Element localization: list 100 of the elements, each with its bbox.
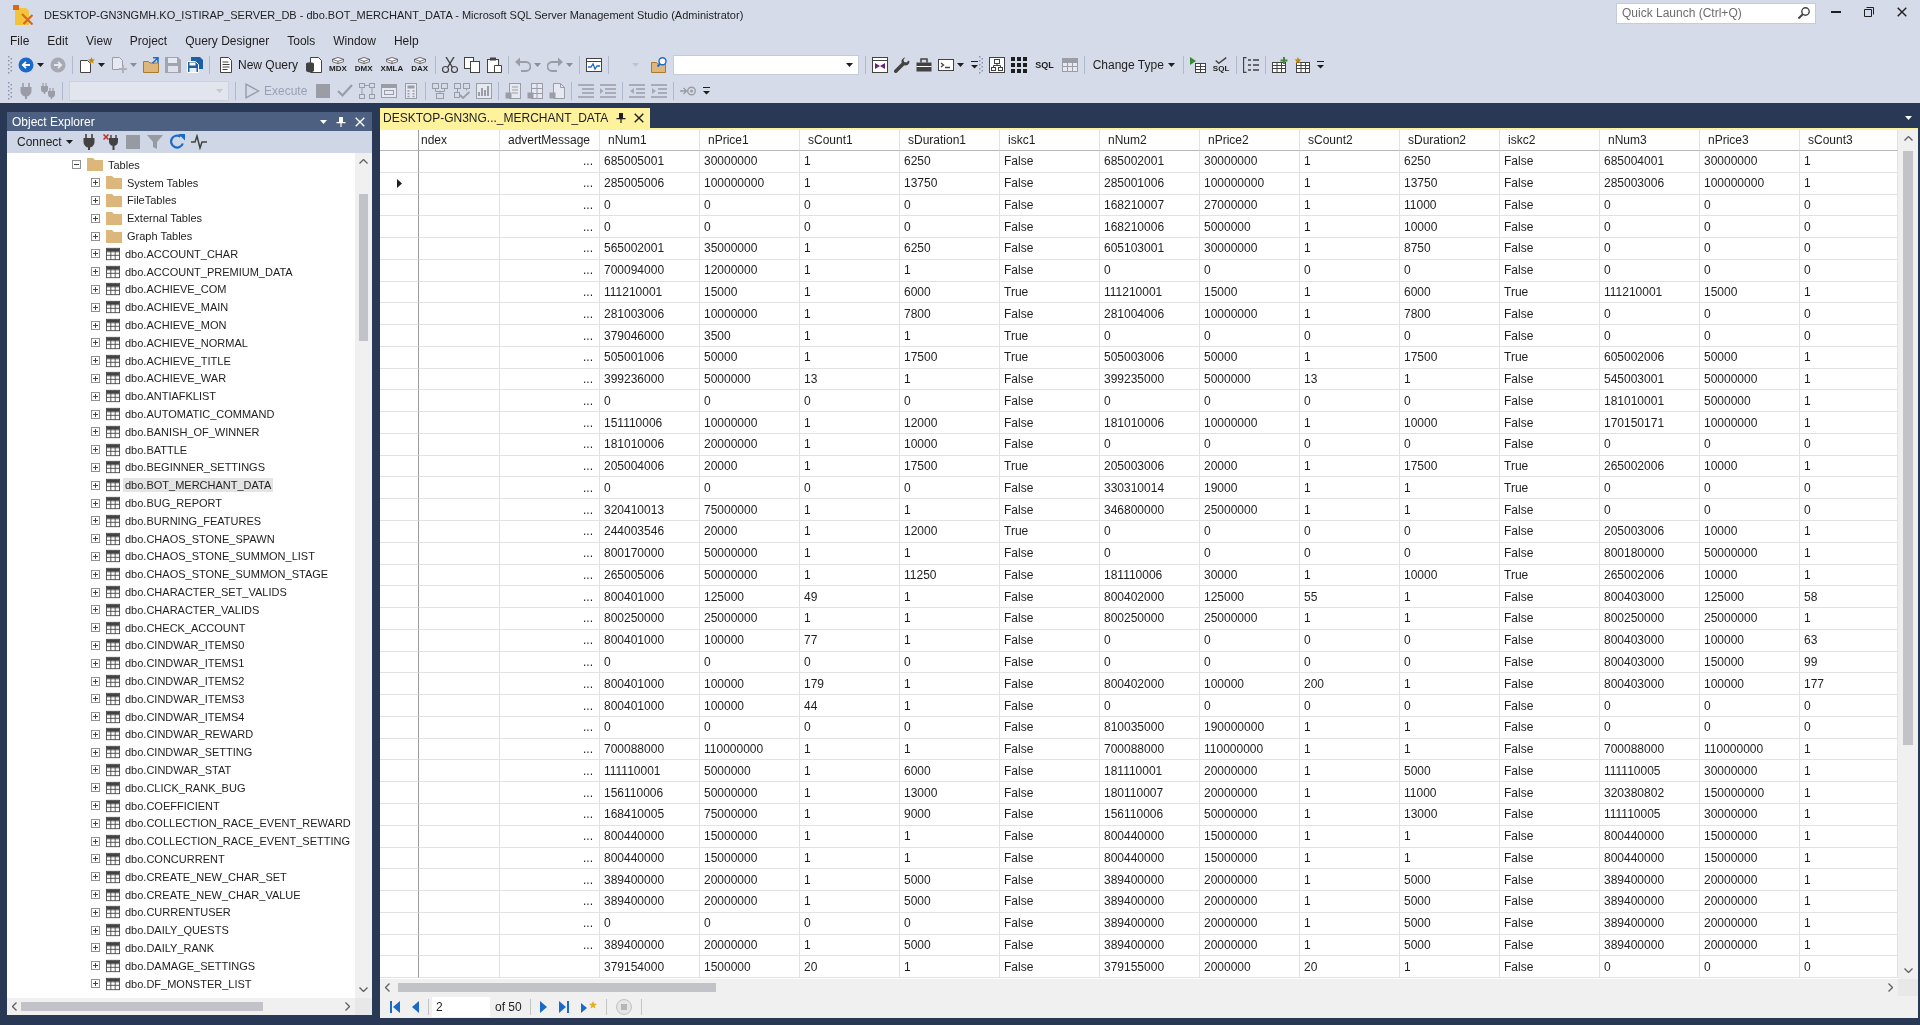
plus-box-icon[interactable] (91, 373, 100, 383)
verify-sql-button[interactable]: SQL (1211, 54, 1231, 76)
page-field[interactable]: 2 (432, 997, 490, 1017)
plug-cross-icon[interactable] (102, 134, 119, 150)
tree-item[interactable]: dbo.COLLECTION_RACE_EVENT_REWARD (123, 816, 353, 831)
chevron-down-icon[interactable] (1903, 968, 1913, 973)
folder-arrow-icon[interactable] (143, 57, 159, 73)
clipboard-icon[interactable] (486, 57, 503, 73)
pulse-icon[interactable] (190, 134, 207, 150)
tree-item[interactable]: dbo.CHAOS_STONE_SUMMON_LIST (123, 549, 317, 564)
skip-start-icon[interactable] (390, 1001, 400, 1013)
tree-item[interactable]: FileTables (125, 193, 179, 208)
column-header[interactable]: iskc1 (1000, 130, 1100, 151)
plus-box-icon[interactable] (91, 302, 100, 312)
plus-box-icon[interactable] (91, 427, 100, 437)
grid-icon[interactable] (1011, 57, 1028, 73)
scroll-thumb[interactable] (1903, 151, 1913, 745)
caret-icon[interactable] (37, 63, 44, 67)
tree-item[interactable]: dbo.ACHIEVE_COM (123, 282, 229, 297)
tree-item[interactable]: dbo.CREATE_NEW_CHAR_VALUE (123, 887, 303, 902)
menu-item[interactable]: Query Designer (176, 31, 279, 51)
plus-box-icon[interactable] (91, 818, 100, 828)
tree-item[interactable]: dbo.CINDWAR_ITEMS0 (123, 638, 247, 653)
chevron-right-icon[interactable] (1888, 983, 1893, 992)
column-header[interactable]: sDuration1 (900, 130, 1000, 151)
plus-box-icon[interactable] (91, 765, 100, 775)
chevron-right-icon[interactable] (345, 1002, 350, 1011)
plus-box-icon[interactable] (91, 747, 100, 757)
tree-item[interactable]: dbo.ANTIAFKLIST (123, 389, 219, 404)
column-header[interactable]: sCount1 (800, 130, 900, 151)
chevron-down-icon[interactable] (359, 987, 368, 992)
find-field[interactable] (673, 55, 860, 75)
minus-box-icon[interactable] (72, 160, 81, 170)
tree-item[interactable]: dbo.CINDWAR_ITEMS4 (123, 709, 247, 724)
plus-box-icon[interactable] (91, 801, 100, 811)
tree-item[interactable]: dbo.CINDWAR_SETTING (123, 745, 255, 760)
overflow-caret-icon[interactable] (1317, 61, 1325, 69)
plus-box-icon[interactable] (91, 783, 100, 793)
tree-item[interactable]: dbo.CINDWAR_ITEMS1 (123, 656, 247, 671)
plus-box-icon[interactable] (91, 925, 100, 935)
plus-box-icon[interactable] (91, 409, 100, 419)
plus-box-icon[interactable] (91, 694, 100, 704)
plus-box-icon[interactable] (91, 196, 100, 205)
plus-box-icon[interactable] (91, 480, 100, 490)
diagram-icon[interactable] (989, 57, 1006, 73)
tree-item[interactable]: dbo.ACHIEVE_NORMAL (123, 335, 250, 350)
chevron-left-icon[interactable] (385, 983, 390, 992)
tree-item[interactable]: dbo.DAILY_RANK (123, 940, 217, 955)
plus-box-icon[interactable] (91, 178, 100, 188)
close-icon[interactable] (634, 113, 645, 123)
triangle-right-icon[interactable] (539, 1001, 547, 1013)
play-table-icon[interactable] (1189, 57, 1206, 73)
tree-item[interactable]: dbo.CINDWAR_ITEMS3 (123, 691, 247, 706)
plus-box-icon[interactable] (91, 213, 100, 223)
column-header[interactable]: nPrice3 (1700, 130, 1800, 151)
column-header[interactable]: nPrice1 (700, 130, 800, 151)
tree-item[interactable]: dbo.BATTLE (123, 442, 190, 457)
column-header[interactable]: nPrice2 (1200, 130, 1300, 151)
plus-box-icon[interactable] (91, 462, 100, 472)
query-type-button[interactable]: DMX (353, 54, 374, 76)
wrench-icon[interactable] (894, 57, 911, 73)
tree-item[interactable]: dbo.ACHIEVE_WAR (123, 371, 229, 386)
query-type-button[interactable]: DAX (410, 54, 430, 76)
menu-item[interactable]: Project (120, 31, 177, 51)
tree-item[interactable]: dbo.ACHIEVE_TITLE (123, 353, 233, 368)
sql-pane-button[interactable]: SQL (1033, 56, 1056, 74)
tree-item[interactable]: dbo.CHECK_ACCOUNT (123, 620, 248, 635)
column-header[interactable]: sDuration2 (1400, 130, 1500, 151)
overflow-caret-icon[interactable] (971, 61, 979, 69)
plus-box-icon[interactable] (91, 445, 100, 455)
chevron-left-icon[interactable] (12, 1002, 17, 1011)
column-header[interactable]: nNum1 (600, 130, 700, 151)
folder-magnifier-icon[interactable] (651, 57, 668, 73)
vertical-scrollbar[interactable] (355, 153, 372, 998)
change-type-button[interactable]: Change Type (1090, 54, 1177, 76)
plus-box-icon[interactable] (91, 872, 100, 882)
plus-box-icon[interactable] (91, 676, 100, 686)
plus-box-icon[interactable] (91, 943, 100, 953)
plus-box-icon[interactable] (91, 516, 100, 526)
plus-box-icon[interactable] (91, 658, 100, 668)
plus-box-icon[interactable] (91, 551, 100, 561)
plus-box-icon[interactable] (91, 231, 100, 241)
database-document-icon[interactable] (306, 57, 323, 73)
plus-box-icon[interactable] (91, 979, 100, 989)
plus-box-icon[interactable] (91, 640, 100, 650)
plus-box-icon[interactable] (91, 534, 100, 544)
chevron-up-icon[interactable] (359, 159, 368, 164)
tree-item[interactable]: dbo.BEGINNER_SETTINGS (123, 460, 267, 475)
plus-box-icon[interactable] (91, 854, 100, 864)
menu-item[interactable]: Tools (278, 31, 325, 51)
tree-item[interactable]: dbo.CHAOS_STONE_SPAWN (123, 531, 277, 546)
tree-item[interactable]: dbo.BURNING_FEATURES (123, 513, 264, 528)
tree-item[interactable]: dbo.CINDWAR_ITEMS2 (123, 674, 247, 688)
tree-item[interactable]: Graph Tables (125, 229, 195, 244)
tree-item[interactable]: dbo.BANISH_OF_WINNER (123, 424, 262, 439)
plus-box-icon[interactable] (91, 284, 100, 294)
horizontal-scrollbar[interactable] (380, 979, 1898, 996)
grip-icon[interactable] (979, 56, 984, 74)
plus-box-icon[interactable] (91, 391, 100, 401)
tree-item[interactable]: dbo.ACHIEVE_MAIN (123, 300, 231, 315)
